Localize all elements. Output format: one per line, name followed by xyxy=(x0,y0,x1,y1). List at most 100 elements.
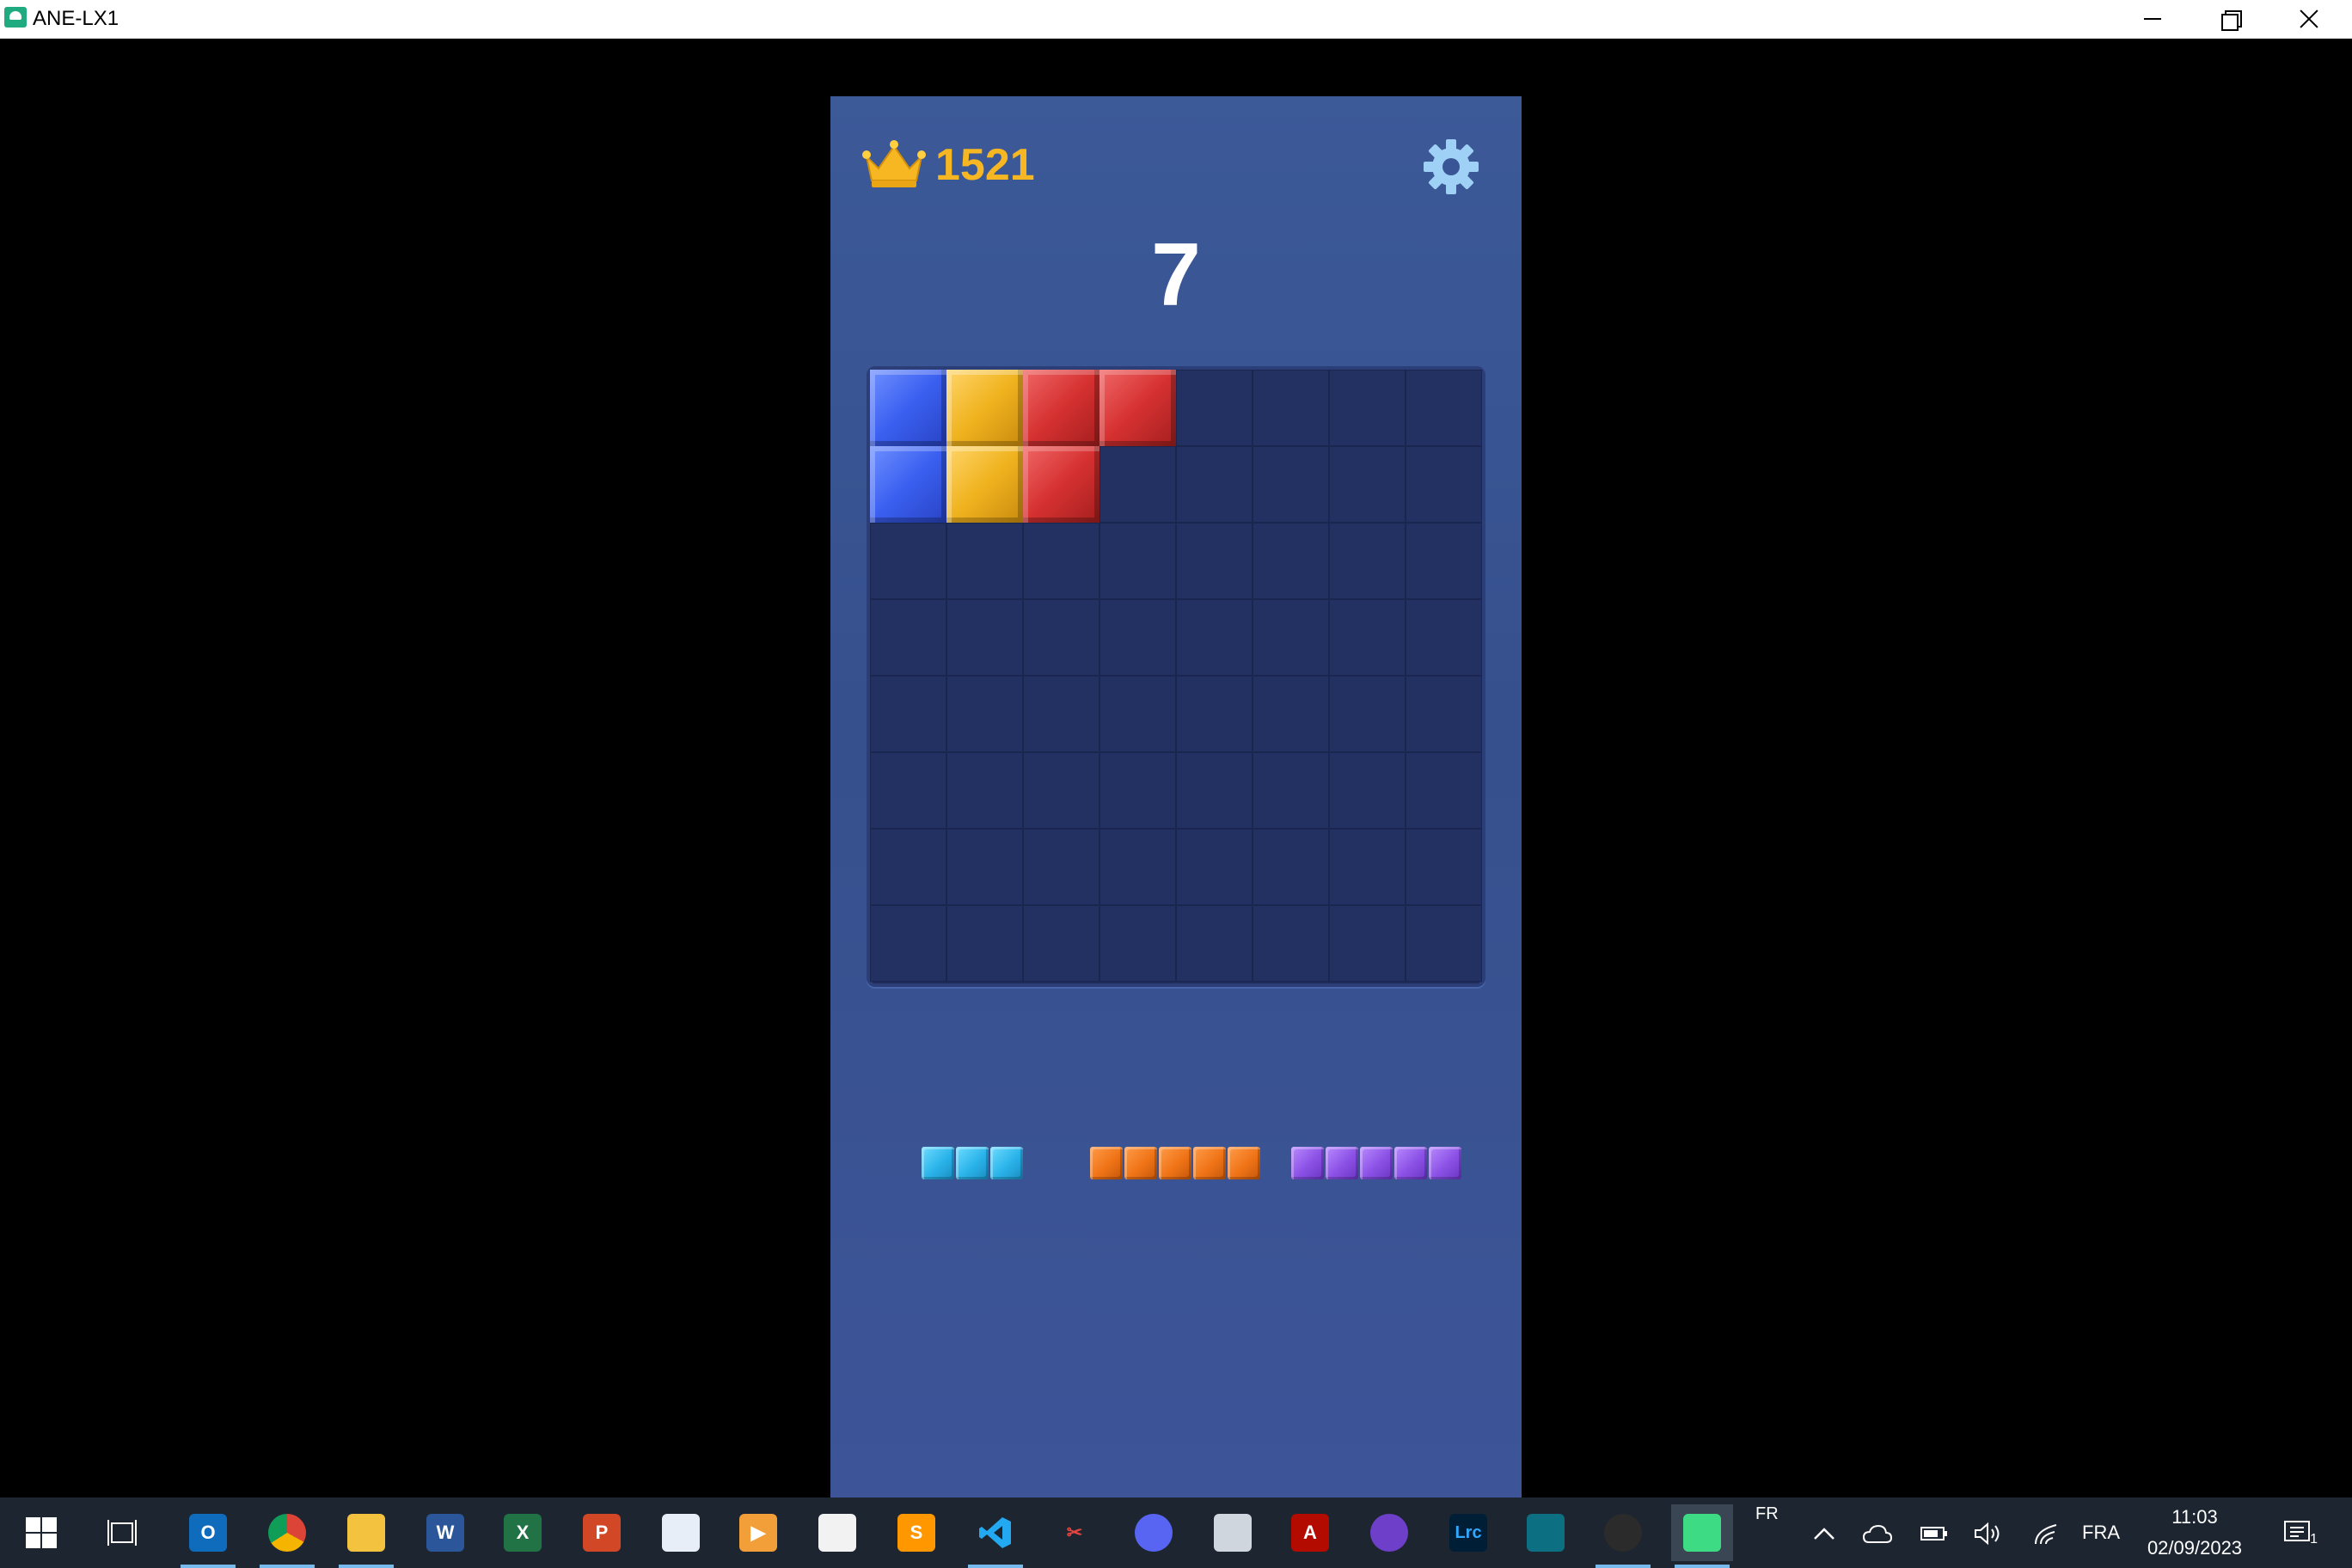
board-cell-empty[interactable] xyxy=(1406,446,1482,523)
board-cell-empty[interactable] xyxy=(1099,523,1176,599)
board-cell-empty[interactable] xyxy=(1023,599,1099,676)
board-cell-empty[interactable] xyxy=(1023,829,1099,905)
taskbar-task-view-button[interactable] xyxy=(91,1504,153,1561)
restore-button[interactable] xyxy=(2192,0,2268,38)
battery-icon[interactable] xyxy=(1919,1520,1950,1547)
taskbar-scanner-button[interactable] xyxy=(1202,1504,1264,1561)
board-cell-filled[interactable] xyxy=(870,446,946,523)
piece-purple[interactable] xyxy=(1291,1147,1461,1179)
board-cell-empty[interactable] xyxy=(1329,599,1406,676)
board-cell-empty[interactable] xyxy=(1329,370,1406,446)
settings-gear-icon[interactable] xyxy=(1422,138,1480,196)
taskbar-vscode-button[interactable] xyxy=(965,1504,1026,1568)
board-cell-empty[interactable] xyxy=(1329,752,1406,829)
taskbar-lightroom-button[interactable]: Lrc xyxy=(1437,1504,1499,1561)
board-cell-empty[interactable] xyxy=(870,905,946,982)
onedrive-icon[interactable] xyxy=(1862,1520,1893,1547)
board-cell-empty[interactable] xyxy=(1253,446,1329,523)
game-board[interactable] xyxy=(867,366,1485,987)
board-cell-empty[interactable] xyxy=(946,523,1023,599)
taskbar-start-button[interactable] xyxy=(10,1504,72,1561)
taskbar-github-desktop-button[interactable] xyxy=(1358,1504,1420,1561)
taskbar-word-button[interactable]: W xyxy=(414,1504,476,1561)
board-cell-empty[interactable] xyxy=(1176,370,1253,446)
board-cell-empty[interactable] xyxy=(1176,905,1253,982)
board-cell-filled[interactable] xyxy=(1023,370,1099,446)
board-cell-empty[interactable] xyxy=(1023,905,1099,982)
board-cell-empty[interactable] xyxy=(1329,523,1406,599)
board-cell-empty[interactable] xyxy=(1406,676,1482,752)
taskbar-excel-button[interactable]: X xyxy=(492,1504,554,1561)
show-hidden-icons-chevron-icon[interactable] xyxy=(1809,1520,1840,1547)
board-cell-empty[interactable] xyxy=(1099,676,1176,752)
taskbar-discord-button[interactable] xyxy=(1123,1504,1185,1561)
taskbar-chrome-button[interactable] xyxy=(256,1504,318,1568)
board-cell-empty[interactable] xyxy=(1329,905,1406,982)
board-cell-empty[interactable] xyxy=(946,752,1023,829)
board-cell-empty[interactable] xyxy=(1406,599,1482,676)
board-cell-empty[interactable] xyxy=(870,829,946,905)
taskbar-terminal-button[interactable] xyxy=(1515,1504,1577,1561)
board-cell-empty[interactable] xyxy=(1329,446,1406,523)
board-cell-empty[interactable] xyxy=(1099,599,1176,676)
board-cell-empty[interactable] xyxy=(870,599,946,676)
board-cell-empty[interactable] xyxy=(1176,446,1253,523)
board-cell-empty[interactable] xyxy=(870,523,946,599)
taskbar-media-player-button[interactable]: ▶ xyxy=(727,1504,789,1561)
taskbar-android-emulator-button[interactable] xyxy=(1671,1504,1733,1568)
board-cell-empty[interactable] xyxy=(1099,752,1176,829)
taskbar-python-file-button[interactable] xyxy=(806,1504,868,1561)
board-cell-empty[interactable] xyxy=(946,676,1023,752)
board-cell-empty[interactable] xyxy=(946,599,1023,676)
taskbar-acrobat-button[interactable]: A xyxy=(1279,1504,1341,1561)
board-cell-empty[interactable] xyxy=(1099,446,1176,523)
board-cell-empty[interactable] xyxy=(946,829,1023,905)
clock-time[interactable]: 11:03 xyxy=(2139,1506,2251,1528)
board-cell-empty[interactable] xyxy=(1253,523,1329,599)
board-cell-empty[interactable] xyxy=(1329,676,1406,752)
board-cell-empty[interactable] xyxy=(1176,523,1253,599)
taskbar-file-explorer-button[interactable] xyxy=(335,1504,397,1568)
board-cell-empty[interactable] xyxy=(870,676,946,752)
board-cell-empty[interactable] xyxy=(946,905,1023,982)
board-cell-empty[interactable] xyxy=(1023,523,1099,599)
board-cell-empty[interactable] xyxy=(1406,523,1482,599)
board-cell-filled[interactable] xyxy=(946,370,1023,446)
board-cell-empty[interactable] xyxy=(1406,370,1482,446)
notification-center-icon[interactable]: 1 xyxy=(2280,1520,2318,1547)
board-cell-empty[interactable] xyxy=(1023,676,1099,752)
taskbar-snipping-tool-button[interactable]: ✂ xyxy=(1044,1504,1106,1561)
taskbar-obs-button[interactable] xyxy=(1592,1504,1654,1568)
board-cell-empty[interactable] xyxy=(1023,752,1099,829)
board-cell-filled[interactable] xyxy=(1099,370,1176,446)
board-cell-empty[interactable] xyxy=(1176,676,1253,752)
board-cell-empty[interactable] xyxy=(1406,829,1482,905)
board-cell-empty[interactable] xyxy=(1253,905,1329,982)
clock-date[interactable]: 02/09/2023 xyxy=(2139,1537,2251,1559)
board-cell-filled[interactable] xyxy=(946,446,1023,523)
taskbar-outlook-button[interactable]: O xyxy=(177,1504,239,1568)
board-cell-empty[interactable] xyxy=(1253,599,1329,676)
piece-orange[interactable] xyxy=(1090,1147,1260,1179)
board-cell-filled[interactable] xyxy=(1023,446,1099,523)
board-cell-empty[interactable] xyxy=(1253,752,1329,829)
taskbar-paint-button[interactable] xyxy=(650,1504,712,1561)
close-button[interactable] xyxy=(2271,0,2347,38)
board-cell-empty[interactable] xyxy=(1406,905,1482,982)
minimize-button[interactable] xyxy=(2115,0,2190,38)
ime-indicator[interactable]: FR xyxy=(1755,1504,1779,1524)
board-cell-empty[interactable] xyxy=(1253,676,1329,752)
board-cell-empty[interactable] xyxy=(1099,905,1176,982)
taskbar-powerpoint-button[interactable]: P xyxy=(571,1504,633,1561)
board-cell-empty[interactable] xyxy=(870,752,946,829)
board-cell-empty[interactable] xyxy=(1253,829,1329,905)
piece-cyan[interactable] xyxy=(922,1147,1023,1179)
board-cell-filled[interactable] xyxy=(870,370,946,446)
board-cell-empty[interactable] xyxy=(1329,829,1406,905)
language-indicator[interactable]: FRA xyxy=(2082,1522,2120,1544)
board-cell-empty[interactable] xyxy=(1406,752,1482,829)
wifi-icon[interactable] xyxy=(2030,1520,2061,1547)
board-cell-empty[interactable] xyxy=(1176,599,1253,676)
board-cell-empty[interactable] xyxy=(1176,752,1253,829)
board-cell-empty[interactable] xyxy=(1253,370,1329,446)
